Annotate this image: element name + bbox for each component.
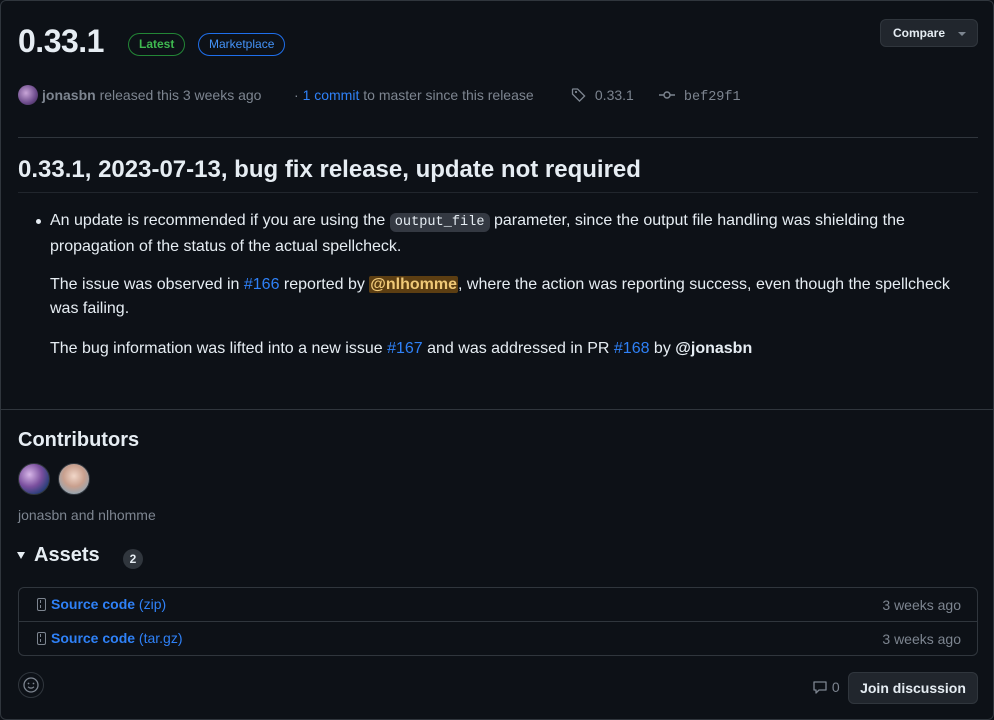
asset-row-targz[interactable]: Source code (tar.gz) 3 weeks ago [19,621,977,655]
comment-count[interactable]: 0 [812,679,840,695]
mention-jonasbn[interactable]: @jonasbn [675,340,752,357]
code-output-file: output_file [389,213,490,232]
asset-ext: (zip) [138,596,167,612]
release-version-title[interactable]: 0.33.1 [18,23,104,60]
asset-row-zip[interactable]: Source code (zip) 3 weeks ago [19,588,977,621]
p3-text: The bug information was lifted into a ne… [50,340,388,357]
tag-link[interactable]: 0.33.1 [571,85,634,105]
p3-text-by: by [649,340,676,357]
contributors-names: jonasbn and nlhomme [18,507,156,523]
commits-prefix: · [294,87,299,103]
p3-text-middle: and was addressed in PR [422,340,614,357]
release-meta: jonasbn released this 3 weeks ago [42,85,261,105]
asset-link-targz[interactable]: Source code (tar.gz) [51,630,183,646]
commits-suffix: to master since this release [363,87,534,103]
asset-link-zip[interactable]: Source code (zip) [51,596,166,612]
commits-since: · 1 commit to master since this release [294,85,534,105]
contributor-avatar-jonasbn[interactable] [18,463,50,495]
pr-link-168[interactable]: #168 [614,340,650,357]
commits-link[interactable]: 1 commit [303,87,360,103]
asset-time: 3 weeks ago [882,597,961,613]
p2-text: The issue was observed in [50,276,244,293]
comment-count-value: 0 [831,679,840,695]
author-avatar[interactable] [18,85,38,105]
smiley-icon [23,677,39,693]
chevron-down-icon [958,32,966,36]
join-discussion-button[interactable]: Join discussion [848,672,978,704]
divider [18,137,978,138]
note-paragraph-2: The issue was observed in #166 reported … [50,273,970,321]
author-link[interactable]: jonasbn [42,87,96,103]
file-zip-icon [37,632,46,645]
heading-underline [18,192,978,193]
commit-link[interactable]: bef29f1 [658,85,741,108]
assets-heading[interactable]: Assets [34,544,100,567]
comment-icon [813,681,827,694]
list-bullet [36,219,41,224]
release-notes-heading: 0.33.1, 2023-07-13, bug fix release, upd… [18,156,641,183]
contributors-heading: Contributors [18,429,140,451]
asset-ext: (tar.gz) [138,630,183,646]
release-card: 0.33.1 Latest Marketplace Compare jonasb… [0,0,994,720]
asset-name: Source code [51,596,136,612]
contributor-avatar-nlhomme[interactable] [58,463,90,495]
assets-list: Source code (zip) 3 weeks ago Source cod… [18,587,978,656]
assets-count-badge: 2 [123,549,143,569]
marketplace-badge[interactable]: Marketplace [198,33,286,56]
assets-toggle-icon[interactable] [17,552,25,559]
tag-icon [571,88,586,103]
commit-sha: bef29f1 [683,90,741,105]
add-reaction-button[interactable] [18,672,44,698]
section-divider [1,409,993,410]
asset-name: Source code [51,630,136,646]
note-paragraph-1: An update is recommended if you are usin… [50,209,970,259]
latest-badge: Latest [128,33,186,56]
issue-link-166[interactable]: #166 [244,276,280,293]
compare-button[interactable]: Compare [880,19,978,47]
tag-label: 0.33.1 [594,87,634,103]
issue-link-167[interactable]: #167 [387,340,423,357]
file-zip-icon [37,598,46,611]
released-text: released this 3 weeks ago [99,87,262,103]
note-paragraph-3: The bug information was lifted into a ne… [50,337,970,361]
p2-text-middle: reported by [279,276,370,293]
mention-nlhomme[interactable]: @nlhomme [369,276,459,293]
asset-time: 3 weeks ago [882,631,961,647]
compare-label: Compare [893,26,946,40]
commit-icon [659,91,675,99]
p1-text: An update is recommended if you are usin… [50,212,390,229]
